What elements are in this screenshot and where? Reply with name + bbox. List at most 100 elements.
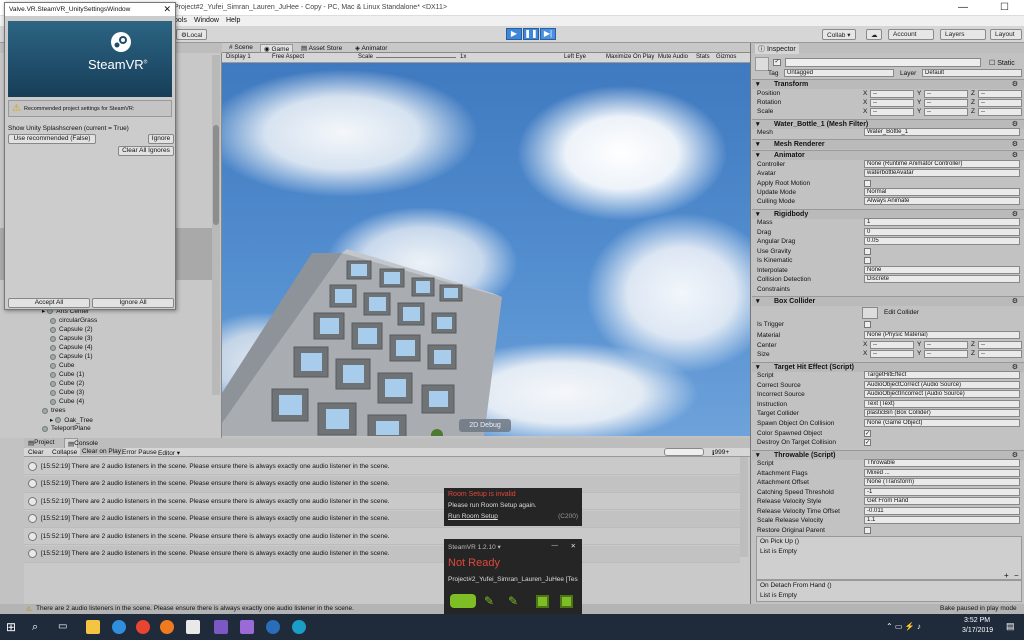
expand-arrow-icon[interactable]: ▸ [50,416,53,424]
console-log-row[interactable]: [15:52:19] There are 2 audio listeners i… [24,545,740,563]
mesh-renderer-header[interactable]: ▾ Mesh Renderer ⚙ [752,139,1024,149]
steamvr-version-menu[interactable]: SteamVR 1.2.10 ▾ [448,543,501,551]
culling-dropdown[interactable]: Always Animate [864,197,1020,205]
instruction-field[interactable]: Text (Text) [864,400,1020,408]
center-y[interactable]: -- [924,341,968,349]
account-dropdown[interactable]: Account [888,29,934,40]
mute-audio-toggle[interactable]: Mute Audio [658,54,688,60]
cloud-icon[interactable]: ☁ [866,29,882,40]
scale-z[interactable]: -- [978,108,1022,116]
clear-on-play-toggle[interactable]: Clear on Play [80,448,124,455]
update-mode-dropdown[interactable]: Normal [864,188,1020,196]
tab-project[interactable]: ▤ Project [28,439,54,447]
stats-toggle[interactable]: Stats [696,54,710,60]
mass-field[interactable]: 1 [864,218,1020,226]
transform-header[interactable]: ▾ Transform ⚙ [752,79,1024,89]
layers-dropdown[interactable]: Layers [940,29,986,40]
use-gravity-checkbox[interactable] [864,248,871,255]
run-room-setup-link[interactable]: Run Room Setup [448,513,498,520]
position-y[interactable]: -- [924,90,968,98]
tab-asset-store[interactable]: ▤ Asset Store [298,44,345,53]
error-pause-toggle[interactable]: Error Pause [122,449,157,456]
2d-debug-button[interactable]: 2D Debug [459,419,511,432]
static-toggle[interactable]: ☐ Static [989,59,1015,67]
position-z[interactable]: -- [978,90,1022,98]
hierarchy-scrollbar[interactable] [212,55,220,395]
task-view-icon[interactable]: ▭ [58,620,72,634]
tab-animator[interactable]: ◈ Animator [352,44,390,53]
eye-dropdown[interactable]: Left Eye [564,54,586,60]
remove-icon[interactable]: − [1014,571,1019,580]
step-button[interactable]: ▶| [540,28,556,40]
windows-start-icon[interactable]: ⊞ [6,620,20,634]
script-field[interactable]: TargetHitEffect [864,371,1020,379]
maximize-icon[interactable]: ☐ [1000,2,1009,13]
active-checkbox[interactable]: ✓ [773,59,781,66]
destroy-checkbox[interactable]: ✓ [864,439,871,446]
gizmos-toggle[interactable]: Gizmos [716,54,736,60]
settings-icon[interactable]: ⚙ [1012,151,1018,160]
console-search-input[interactable] [664,448,704,456]
clock-date[interactable]: 3/17/2019 [962,627,993,634]
hierarchy-item[interactable]: Cube (4) [50,398,84,405]
layout-dropdown[interactable]: Layout [990,29,1022,40]
visual-studio-icon[interactable] [214,620,228,634]
close-icon[interactable]: ✕ [163,4,171,15]
hierarchy-item[interactable]: Cube (2) [50,380,84,387]
minimize-icon[interactable]: — [958,2,968,13]
message-count[interactable]: ℹ 999+ [712,449,729,457]
close-icon[interactable]: ✕ [571,542,576,550]
catching-speed-field[interactable]: -1 [864,488,1020,496]
base-station-icon[interactable] [536,595,549,608]
hierarchy-item[interactable]: Capsule (4) [50,344,93,351]
hierarchy-item[interactable]: Capsule (3) [50,335,93,342]
attachment-flags-dropdown[interactable]: Mixed ... [864,469,1020,477]
add-icon[interactable]: + [1004,571,1009,580]
rotation-x[interactable]: -- [870,99,914,107]
accept-all-button[interactable]: Accept All [8,298,90,308]
firefox-icon[interactable] [160,620,174,634]
layer-dropdown[interactable]: Default [922,69,1022,77]
settings-icon[interactable]: ⚙ [1012,297,1018,306]
hierarchy-item[interactable]: circularGrass [50,317,97,324]
is-trigger-checkbox[interactable] [864,321,871,328]
ignore-button[interactable]: Ignore [148,134,174,144]
console-log-row[interactable]: [15:52:19] There are 2 audio listeners i… [24,528,740,545]
console-log-row[interactable]: [15:52:19] There are 2 audio listeners i… [24,458,740,475]
display-dropdown[interactable]: Display 1 [226,54,251,60]
pause-button[interactable]: ❚❚ [523,28,539,40]
spawn-field[interactable]: None (Game Object) [864,419,1020,427]
script-field[interactable]: Throwable [864,459,1020,467]
menu-help[interactable]: Help [226,17,240,24]
target-collider-field[interactable]: plasticBin (Box Collider) [864,409,1020,417]
tab-inspector[interactable]: ⓘ Inspector [755,44,799,54]
interpolate-dropdown[interactable]: None [864,266,1020,274]
size-x[interactable]: -- [870,350,914,358]
search-icon[interactable]: ⌕ [32,620,46,634]
maximize-on-play-toggle[interactable]: Maximize On Play [606,54,654,60]
ignore-all-button[interactable]: Ignore All [92,298,174,308]
animator-header[interactable]: ▾ Animator ⚙ [752,150,1024,160]
box-collider-header[interactable]: ▾ Box Collider ⚙ [752,296,1024,306]
base-station-icon[interactable] [560,595,573,608]
unity-icon[interactable] [186,620,200,634]
headset-icon[interactable] [450,594,476,608]
tab-game[interactable]: ◉ Game [260,44,294,53]
scale-x[interactable]: -- [870,108,914,116]
collapse-button[interactable]: Collapse [52,449,77,456]
tab-scene[interactable]: # Scene [226,44,256,53]
rotation-y[interactable]: -- [924,99,968,107]
rotation-z[interactable]: -- [978,99,1022,107]
collision-dropdown[interactable]: Discrete [864,275,1020,283]
console-log-row[interactable]: [15:52:19] There are 2 audio listeners i… [24,493,740,510]
minimize-icon[interactable]: — [552,542,559,549]
visual-studio-icon[interactable] [240,620,254,634]
restore-parent-checkbox[interactable] [864,527,871,534]
material-field[interactable]: None (Physic Material) [864,331,1020,339]
console-log-row[interactable]: [15:52:19] There are 2 audio listeners i… [24,475,740,493]
hierarchy-item[interactable]: Capsule (2) [50,326,93,333]
hierarchy-item[interactable]: Cube [50,362,75,369]
scale-slider[interactable] [376,57,456,58]
steam-icon[interactable] [292,620,306,634]
file-explorer-icon[interactable] [86,620,100,634]
